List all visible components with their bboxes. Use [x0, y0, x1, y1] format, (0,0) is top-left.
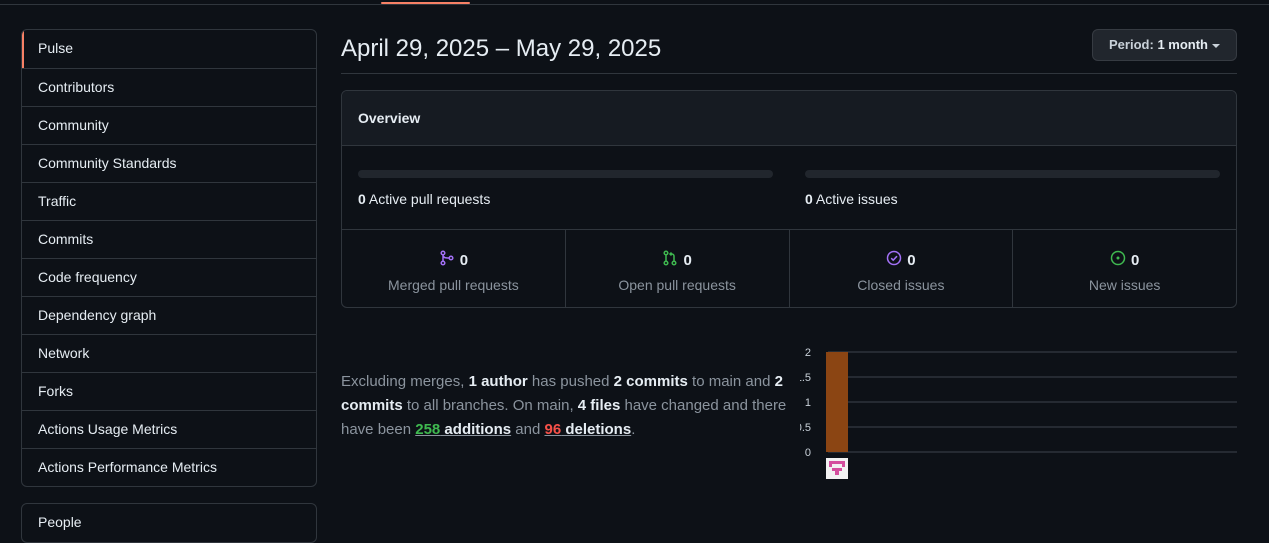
summary-text: to all branches. On main, — [402, 397, 578, 414]
stat-new-issues[interactable]: 0 New issues — [1012, 230, 1236, 307]
stat-label: Open pull requests — [618, 277, 736, 293]
stat-closed-issues[interactable]: 0 Closed issues — [788, 230, 1013, 307]
deletions-count: 96 — [544, 421, 562, 438]
commit-bar[interactable] — [826, 352, 848, 452]
summary-text: has pushed — [527, 373, 614, 390]
additions-count: 258 — [415, 421, 441, 438]
y-tick-label: 0 — [805, 447, 811, 459]
stat-count: 0 — [1130, 251, 1140, 269]
overview-box: Overview 0 Active pull requests 0 Active… — [341, 90, 1237, 308]
period-value: 1 month — [1157, 37, 1208, 52]
sidebar-item-dependency-graph[interactable]: Dependency graph — [22, 296, 316, 334]
sidebar-item-contributors[interactable]: Contributors — [22, 68, 316, 106]
people-menu: People — [21, 503, 317, 543]
stat-open-pull-requests[interactable]: 0 Open pull requests — [564, 230, 789, 307]
active-prs-count: 0 — [358, 191, 366, 207]
commit-summary: Excluding merges, 1 author has pushed 2 … — [341, 370, 791, 442]
overview-title: Overview — [342, 91, 1236, 146]
stat-label: Closed issues — [857, 277, 945, 293]
sidebar-item-people[interactable]: People — [22, 504, 316, 542]
stat-label: New issues — [1088, 277, 1161, 293]
issue-opened-icon — [1110, 250, 1126, 270]
additions-link[interactable]: 258 additions — [415, 421, 511, 438]
active-issues-bar — [805, 170, 1220, 178]
summary-text: Excluding merges, — [341, 373, 469, 390]
authors-link[interactable]: 1 author — [469, 373, 528, 390]
sidebar-item-code-frequency[interactable]: Code frequency — [22, 258, 316, 296]
git-pull-request-icon — [662, 250, 678, 270]
sidebar-item-community-standards[interactable]: Community Standards — [22, 144, 316, 182]
overview-progress: 0 Active pull requests 0 Active issues — [342, 146, 1236, 230]
pulse-header: April 29, 2025 – May 29, 2025 Period: 1 … — [341, 29, 1237, 74]
pulse-main: April 29, 2025 – May 29, 2025 Period: 1 … — [341, 29, 1237, 438]
active-prs-summary[interactable]: 0 Active pull requests — [358, 170, 773, 207]
sidebar-item-forks[interactable]: Forks — [22, 372, 316, 410]
sidebar-item-network[interactable]: Network — [22, 334, 316, 372]
stat-merged-pull-requests[interactable]: 0 Merged pull requests — [342, 230, 565, 307]
period-label: Period: — [1109, 37, 1154, 52]
summary-text: and — [511, 421, 545, 438]
deletions-link[interactable]: 96 deletions — [544, 421, 631, 438]
stat-label: Merged pull requests — [388, 277, 519, 293]
insights-menu: Pulse Contributors Community Community Stan… — [21, 29, 317, 487]
sidebar-item-pulse[interactable]: Pulse — [22, 30, 316, 68]
summary-text: . — [631, 421, 636, 438]
commits-main-link[interactable]: 2 commits — [614, 373, 688, 390]
active-prs-label: Active pull requests — [368, 191, 491, 207]
files-changed: 4 files — [577, 397, 621, 414]
stat-count: 0 — [683, 251, 692, 269]
additions-word: additions — [440, 421, 512, 438]
summary-text: to main and — [687, 373, 775, 390]
tab-border — [0, 4, 1269, 5]
stat-count: 0 — [907, 251, 916, 269]
active-issues-label: Active issues — [815, 191, 898, 207]
y-tick-label: 1 — [805, 397, 811, 409]
sidebar-item-commits[interactable]: Commits — [22, 220, 316, 258]
stat-count: 0 — [459, 251, 469, 269]
active-prs-bar — [358, 170, 773, 178]
y-tick-label: 1.5 — [800, 372, 811, 384]
commits-by-author-chart: 2 1.5 1 0.5 0 — [800, 347, 1237, 479]
insights-sidebar: Pulse Contributors Community Community Stan… — [21, 29, 317, 543]
y-tick-label: 2 — [805, 347, 811, 359]
deletions-word: deletions — [561, 421, 632, 438]
y-tick-label: 0.5 — [800, 422, 811, 434]
issue-closed-icon — [886, 250, 902, 270]
sidebar-item-community[interactable]: Community — [22, 106, 316, 144]
caret-down-icon — [1212, 43, 1220, 48]
period-dropdown-button[interactable]: Period: 1 month — [1092, 29, 1237, 61]
sidebar-item-actions-usage-metrics[interactable]: Actions Usage Metrics — [22, 410, 316, 448]
overview-stats: 0 Merged pull requests 0 Open pull requests… — [342, 230, 1236, 307]
active-issues-count: 0 — [805, 191, 813, 207]
author-avatar[interactable] — [826, 458, 848, 479]
sidebar-item-actions-performance-metrics[interactable]: Actions Performance Metrics — [22, 448, 316, 486]
git-merge-icon — [439, 250, 455, 270]
selected-tab-indicator — [381, 2, 470, 4]
page-title: April 29, 2025 – May 29, 2025 — [341, 35, 662, 62]
sidebar-item-traffic[interactable]: Traffic — [22, 182, 316, 220]
active-issues-summary[interactable]: 0 Active issues — [805, 170, 1220, 207]
